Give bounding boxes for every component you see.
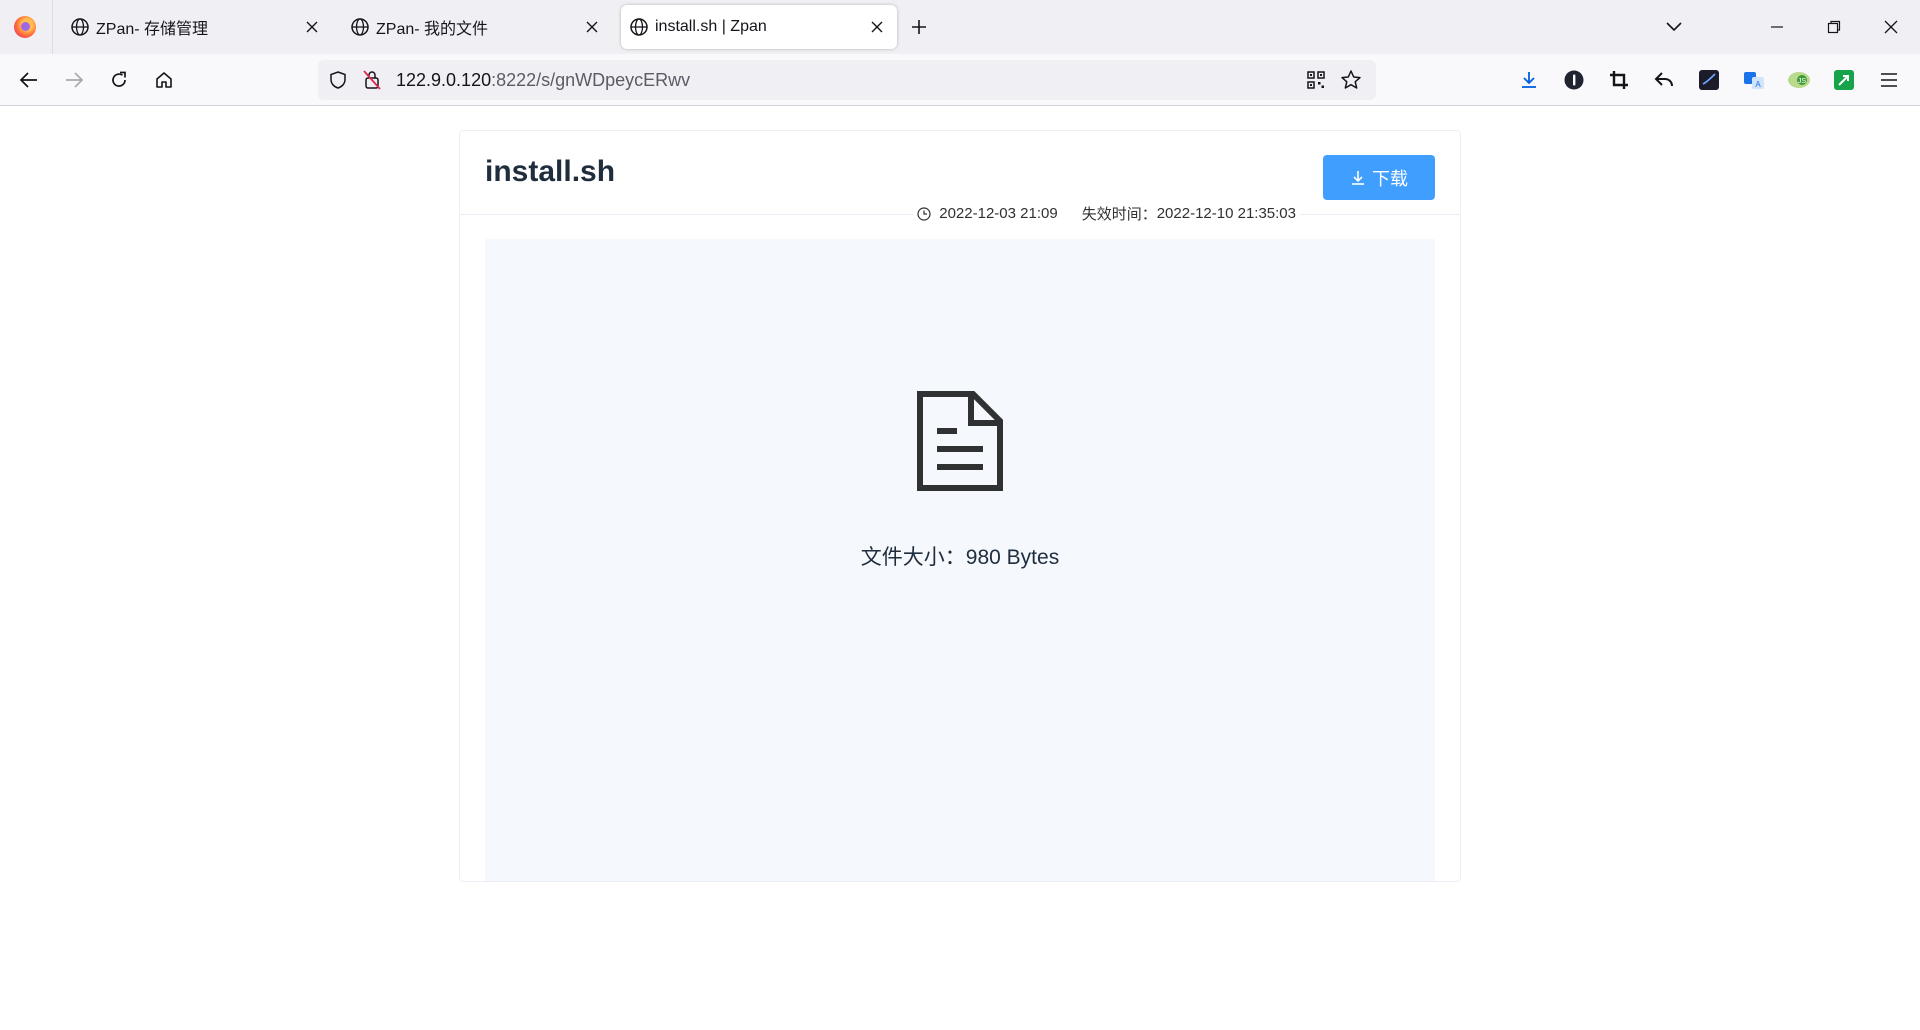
address-bar[interactable]: 122.9.0.120:8222/s/gnWDpeycERwv bbox=[318, 60, 1376, 100]
star-icon[interactable] bbox=[1340, 69, 1362, 91]
dark-square-icon bbox=[1699, 70, 1719, 90]
tab-label: install.sh | Zpan bbox=[655, 18, 767, 35]
hamburger-icon bbox=[1881, 73, 1897, 87]
svg-text:A: A bbox=[1755, 80, 1761, 89]
created-time: 2022-12-03 21:09 bbox=[939, 205, 1058, 222]
dark-extension[interactable] bbox=[1695, 66, 1723, 94]
navigation-toolbar: 122.9.0.120:8222/s/gnWDpeycERwv A JS bbox=[0, 54, 1920, 106]
back-button[interactable] bbox=[14, 65, 44, 95]
share-card: install.sh 下载 2022-12-03 21:09 失效时间： 202… bbox=[459, 130, 1461, 882]
download-icon bbox=[1352, 170, 1364, 185]
restore-icon bbox=[1827, 20, 1841, 34]
close-icon[interactable] bbox=[580, 15, 604, 39]
close-icon bbox=[1884, 20, 1898, 34]
expire-time: 2022-12-10 21:35:03 bbox=[1156, 205, 1296, 222]
expire-label: 失效时间： bbox=[1081, 206, 1157, 223]
green-extension[interactable] bbox=[1830, 66, 1858, 94]
password-manager-extension[interactable] bbox=[1560, 66, 1588, 94]
download-label: 下载 bbox=[1372, 168, 1408, 189]
translate-extension[interactable]: A bbox=[1740, 66, 1768, 94]
file-title: install.sh bbox=[485, 155, 616, 188]
file-preview: 文件大小：980 Bytes bbox=[485, 239, 1435, 881]
onepassword-icon bbox=[1564, 70, 1584, 90]
svg-text:JS: JS bbox=[1798, 78, 1807, 85]
plus-icon bbox=[912, 20, 926, 34]
js-icon: JS bbox=[1788, 72, 1810, 88]
reload-icon bbox=[112, 71, 126, 87]
undo-icon bbox=[1654, 72, 1673, 87]
crop-icon bbox=[1610, 71, 1628, 89]
tab-install-sh[interactable]: install.sh | Zpan bbox=[621, 5, 897, 49]
tab-storage[interactable]: ZPan- 存储管理 bbox=[62, 5, 332, 49]
translate-icon: A bbox=[1744, 72, 1764, 89]
tab-label: ZPan- 存储管理 bbox=[96, 21, 209, 38]
url-host: 122.9.0.120 bbox=[396, 70, 492, 90]
script-extension[interactable]: JS bbox=[1785, 66, 1813, 94]
shield-icon[interactable] bbox=[328, 70, 348, 90]
download-button[interactable]: 下载 bbox=[1323, 155, 1435, 200]
file-size-label: 文件大小： bbox=[860, 546, 966, 569]
close-window-button[interactable] bbox=[1876, 12, 1906, 42]
lock-off-icon[interactable] bbox=[362, 69, 382, 91]
tab-my-files[interactable]: ZPan- 我的文件 bbox=[342, 5, 612, 49]
crop-screenshot-extension[interactable] bbox=[1605, 66, 1633, 94]
chevron-down-icon bbox=[1666, 22, 1682, 32]
downloads-button[interactable] bbox=[1515, 66, 1543, 94]
document-icon bbox=[917, 391, 1003, 491]
url-path: :8222/s/gnWDpeycERwv bbox=[491, 70, 691, 90]
list-tabs-button[interactable] bbox=[1659, 12, 1689, 42]
new-tab-button[interactable] bbox=[904, 12, 934, 42]
file-size-value: 980 Bytes bbox=[965, 546, 1060, 569]
reload-button[interactable] bbox=[104, 65, 134, 95]
undo-extension[interactable] bbox=[1650, 66, 1678, 94]
arrow-out-icon bbox=[1834, 70, 1854, 90]
restore-button[interactable] bbox=[1819, 12, 1849, 42]
minimize-icon bbox=[1771, 26, 1783, 28]
forward-icon bbox=[66, 72, 84, 88]
globe-icon bbox=[630, 18, 648, 36]
tab-strip: ZPan- 存储管理 ZPan- 我的文件 install.sh | Zpan bbox=[0, 0, 1920, 54]
tab-label: ZPan- 我的文件 bbox=[376, 21, 489, 38]
globe-icon bbox=[71, 18, 89, 36]
home-button[interactable] bbox=[149, 65, 179, 95]
globe-icon bbox=[351, 18, 369, 36]
close-icon[interactable] bbox=[865, 15, 889, 39]
qr-icon[interactable] bbox=[1306, 70, 1326, 90]
back-icon bbox=[19, 72, 37, 88]
firefox-icon[interactable] bbox=[14, 16, 36, 38]
minimize-button[interactable] bbox=[1762, 12, 1792, 42]
home-icon bbox=[156, 72, 172, 88]
forward-button[interactable] bbox=[59, 65, 89, 95]
divider bbox=[52, 0, 53, 54]
close-icon[interactable] bbox=[300, 15, 324, 39]
download-icon bbox=[1522, 72, 1536, 88]
clock-icon bbox=[917, 206, 931, 221]
file-size: 文件大小：980 Bytes bbox=[485, 541, 1435, 571]
menu-button[interactable] bbox=[1875, 66, 1903, 94]
url-text[interactable]: 122.9.0.120:8222/s/gnWDpeycERwv bbox=[396, 70, 690, 91]
file-meta: 2022-12-03 21:09 失效时间： 2022-12-10 21:35:… bbox=[913, 203, 1300, 224]
